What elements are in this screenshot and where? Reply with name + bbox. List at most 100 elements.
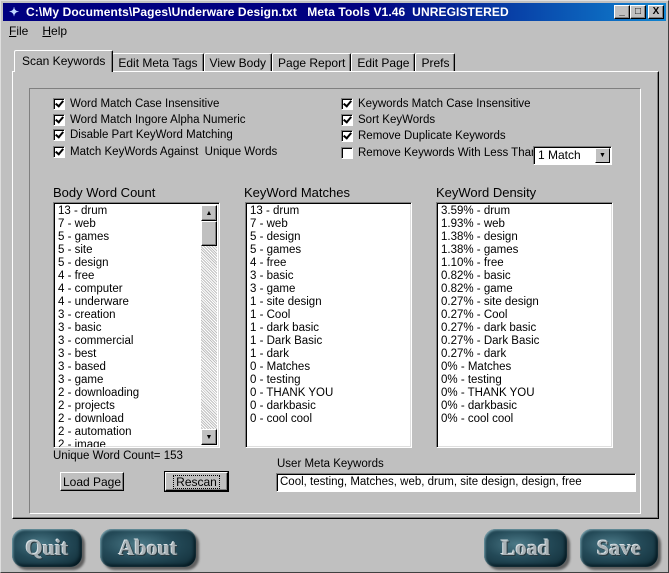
menu-bar: File Help	[7, 23, 69, 41]
checkbox[interactable]	[341, 98, 353, 110]
list-item[interactable]: 1.93% - web	[441, 218, 612, 231]
min-match-select[interactable]: 1 Match ▼	[533, 146, 612, 165]
list-item[interactable]: 0.82% - basic	[441, 270, 612, 283]
list-item[interactable]: 1 - site design	[250, 296, 411, 309]
tab-prefs[interactable]: Prefs	[415, 53, 456, 72]
title-bar[interactable]: ✦ C:\My Documents\Pages\Underware Design…	[3, 3, 666, 21]
close-button[interactable]: X	[648, 5, 664, 19]
list-item[interactable]: 1 - Dark Basic	[250, 335, 411, 348]
list-item[interactable]: 3 - game	[58, 374, 219, 387]
list-item[interactable]: 4 - underware	[58, 296, 219, 309]
checkbox[interactable]	[53, 129, 65, 141]
checkbox[interactable]	[53, 98, 65, 110]
option-remove-keywords-less-than[interactable]: Remove Keywords With Less Than	[341, 147, 537, 159]
load-page-button[interactable]: Load Page	[60, 472, 124, 491]
body-word-count-list[interactable]: 13 - drum 7 - web 5 - games 5 - site 5 - des…	[53, 202, 220, 448]
keyword-density-list[interactable]: 3.59% - drum 1.93% - web 1.38% - design 1.3…	[436, 202, 613, 448]
quit-button[interactable]: Quit	[12, 529, 82, 567]
load-button[interactable]: Load	[484, 529, 567, 567]
list-item[interactable]: 4 - free	[58, 270, 219, 283]
list-item[interactable]: 0% - darkbasic	[441, 400, 612, 413]
user-meta-keywords-label: User Meta Keywords	[277, 458, 384, 470]
list-item[interactable]: 0.82% - game	[441, 283, 612, 296]
list-item[interactable]: 1.38% - design	[441, 231, 612, 244]
list-item[interactable]: 0 - darkbasic	[250, 400, 411, 413]
menu-help[interactable]: Help	[40, 23, 69, 41]
list-item[interactable]: 3.59% - drum	[441, 205, 612, 218]
scroll-up-arrow-icon[interactable]: ▲	[201, 205, 217, 221]
tab-edit-meta-tags[interactable]: Edit Meta Tags	[112, 53, 204, 72]
checkbox[interactable]	[53, 114, 65, 126]
list-item[interactable]: 2 - downloading	[58, 387, 219, 400]
checkbox[interactable]	[341, 130, 353, 142]
checkbox[interactable]	[53, 146, 65, 158]
checkbox[interactable]	[341, 114, 353, 126]
option-remove-duplicate-keywords[interactable]: Remove Duplicate Keywords	[341, 130, 506, 142]
save-button[interactable]: Save	[580, 529, 658, 567]
list-item[interactable]: 3 - based	[58, 361, 219, 374]
list-item[interactable]: 3 - basic	[250, 270, 411, 283]
list-item[interactable]: 2 - download	[58, 413, 219, 426]
list-item[interactable]: 0.27% - Cool	[441, 309, 612, 322]
option-sort-keywords[interactable]: Sort KeyWords	[341, 114, 435, 126]
tab-scan-keywords[interactable]: Scan Keywords	[14, 50, 114, 72]
tab-edit-page[interactable]: Edit Page	[351, 53, 416, 72]
list-item[interactable]: 3 - best	[58, 348, 219, 361]
option-keywords-match-case-insensitive[interactable]: Keywords Match Case Insensitive	[341, 98, 531, 110]
list-item[interactable]: 2 - automation	[58, 426, 219, 439]
list-item[interactable]: 5 - games	[58, 231, 219, 244]
minimize-button[interactable]: _	[614, 5, 630, 19]
list-item[interactable]: 1 - dark basic	[250, 322, 411, 335]
list-item[interactable]: 3 - creation	[58, 309, 219, 322]
list-item[interactable]: 2 - projects	[58, 400, 219, 413]
chevron-down-icon[interactable]: ▼	[595, 148, 610, 163]
list-item[interactable]: 0.27% - dark	[441, 348, 612, 361]
list-item[interactable]: 5 - design	[250, 231, 411, 244]
list-item[interactable]: 0 - Matches	[250, 361, 411, 374]
rescan-label: Rescan	[173, 474, 220, 489]
list-item[interactable]: 4 - computer	[58, 283, 219, 296]
list-item[interactable]: 0% - testing	[441, 374, 612, 387]
scroll-thumb[interactable]	[201, 221, 217, 246]
option-word-match-ignore-alpha-numeric[interactable]: Word Match Ingore Alpha Numeric	[53, 114, 246, 126]
list-item[interactable]: 3 - commercial	[58, 335, 219, 348]
list-item[interactable]: 0 - cool cool	[250, 413, 411, 426]
list-item[interactable]: 0.27% - dark basic	[441, 322, 612, 335]
rescan-button[interactable]: Rescan	[164, 471, 229, 492]
list-item[interactable]: 1.38% - games	[441, 244, 612, 257]
list-item[interactable]: 7 - web	[58, 218, 219, 231]
list-item[interactable]: 3 - game	[250, 283, 411, 296]
checkbox[interactable]	[341, 147, 353, 159]
list-item[interactable]: 2 - image	[58, 439, 219, 447]
list-item[interactable]: 0% - Matches	[441, 361, 612, 374]
list-item[interactable]: 4 - free	[250, 257, 411, 270]
scroll-down-arrow-icon[interactable]: ▼	[201, 429, 217, 445]
list-item[interactable]: 5 - site	[58, 244, 219, 257]
list-item[interactable]: 1.10% - free	[441, 257, 612, 270]
list-item[interactable]: 5 - games	[250, 244, 411, 257]
list-item[interactable]: 1 - Cool	[250, 309, 411, 322]
list-item[interactable]: 0 - testing	[250, 374, 411, 387]
user-meta-keywords-input[interactable]: Cool, testing, Matches, web, drum, site …	[276, 473, 636, 492]
list-item[interactable]: 7 - web	[250, 218, 411, 231]
about-button[interactable]: About	[100, 529, 196, 567]
keyword-matches-list[interactable]: 13 - drum 7 - web 5 - design 5 - games 4 - f…	[245, 202, 412, 448]
list-item[interactable]: 0 - THANK YOU	[250, 387, 411, 400]
body-word-list-scrollbar[interactable]: ▲ ▼	[201, 205, 217, 445]
list-item[interactable]: 1 - dark	[250, 348, 411, 361]
list-item[interactable]: 3 - basic	[58, 322, 219, 335]
list-item[interactable]: 0.27% - Dark Basic	[441, 335, 612, 348]
list-item[interactable]: 5 - design	[58, 257, 219, 270]
option-match-keywords-against-unique-words[interactable]: Match KeyWords Against Unique Words	[53, 146, 277, 158]
menu-file[interactable]: File	[7, 23, 30, 41]
option-word-match-case-insensitive[interactable]: Word Match Case Insensitive	[53, 98, 219, 110]
list-item[interactable]: 13 - drum	[250, 205, 411, 218]
list-item[interactable]: 0.27% - site design	[441, 296, 612, 309]
list-item[interactable]: 0% - THANK YOU	[441, 387, 612, 400]
list-item[interactable]: 0% - cool cool	[441, 413, 612, 426]
tab-page-report[interactable]: Page Report	[272, 53, 352, 72]
maximize-button[interactable]: □	[630, 5, 646, 19]
tab-view-body[interactable]: View Body	[203, 53, 273, 72]
list-item[interactable]: 13 - drum	[58, 205, 219, 218]
option-disable-part-keyword-matching[interactable]: Disable Part KeyWord Matching	[53, 129, 233, 141]
